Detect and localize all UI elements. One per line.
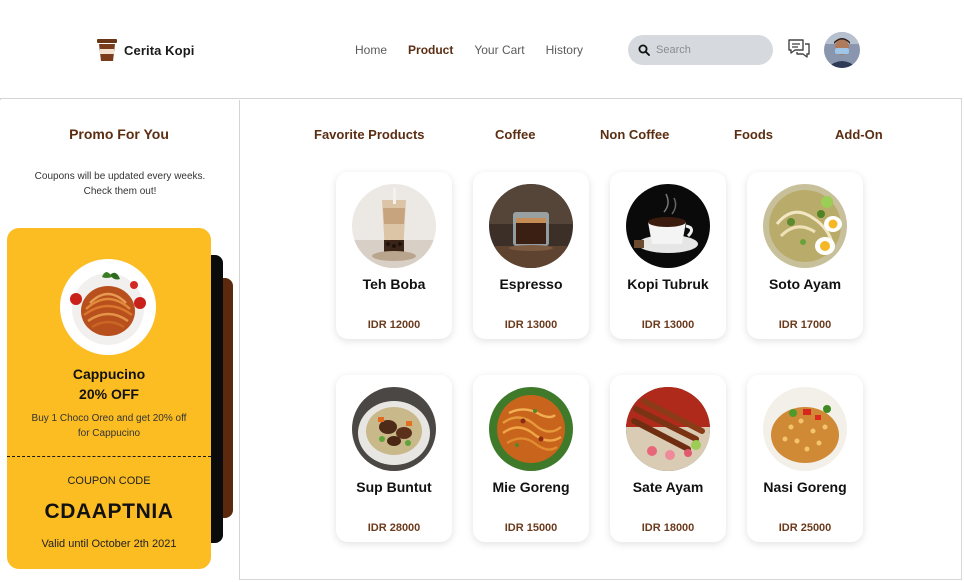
promo-subtitle: Coupons will be updated every weeks. Che… — [34, 171, 206, 197]
nav-history[interactable]: History — [546, 43, 583, 57]
search-icon — [638, 44, 650, 56]
nav-product[interactable]: Product — [408, 43, 453, 57]
nav-home[interactable]: Home — [355, 43, 387, 57]
brand-logo[interactable]: Cerita Kopi — [96, 38, 194, 62]
product-name: Nasi Goreng — [763, 479, 847, 495]
search-bar[interactable] — [628, 35, 773, 65]
product-card[interactable]: Mie Goreng IDR 15000 — [473, 375, 589, 542]
product-name: Soto Ayam — [768, 276, 842, 292]
product-price: IDR 18000 — [641, 522, 695, 534]
product-name: Sup Buntut — [356, 479, 432, 495]
product-image — [489, 184, 573, 268]
avatar-photo — [824, 32, 860, 68]
main-nav: Home Product Your Cart History — [355, 43, 604, 57]
user-avatar[interactable] — [824, 32, 860, 68]
product-name: Teh Boba — [362, 276, 426, 292]
product-card[interactable]: Soto Ayam IDR 17000 — [747, 172, 863, 339]
tab-favorite-products[interactable]: Favorite Products — [314, 127, 425, 142]
product-image — [352, 387, 436, 471]
product-price: IDR 25000 — [778, 522, 832, 534]
product-image — [489, 387, 573, 471]
product-image — [763, 387, 847, 471]
product-card[interactable]: Espresso IDR 13000 — [473, 172, 589, 339]
coupon-description: Buy 1 Choco Oreo and get 20% off for Cap… — [31, 413, 187, 439]
product-card[interactable]: Sate Ayam IDR 18000 — [610, 375, 726, 542]
product-image — [626, 184, 710, 268]
coupon-divider — [7, 456, 211, 457]
product-price: IDR 13000 — [641, 319, 695, 331]
coupon-code[interactable]: CDAAPTNIA — [7, 500, 211, 524]
coupon-image — [60, 259, 156, 355]
coffee-cup-icon — [97, 39, 117, 61]
product-name: Espresso — [499, 276, 563, 292]
coupon-validity: Valid until October 2th 2021 — [41, 538, 177, 550]
product-name: Mie Goreng — [492, 479, 570, 495]
product-card[interactable]: Sup Buntut IDR 28000 — [336, 375, 452, 542]
product-price: IDR 12000 — [367, 319, 421, 331]
coupon-discount: 20% OFF — [79, 386, 139, 402]
tab-non-coffee[interactable]: Non Coffee — [600, 127, 669, 142]
product-price: IDR 13000 — [504, 319, 558, 331]
promo-sidebar: Promo For You Coupons will be updated ev… — [0, 100, 240, 580]
product-card[interactable]: Teh Boba IDR 12000 — [336, 172, 452, 339]
product-name: Kopi Tubruk — [627, 276, 709, 292]
tab-foods[interactable]: Foods — [734, 127, 773, 142]
product-image — [763, 184, 847, 268]
product-price: IDR 15000 — [504, 522, 558, 534]
product-image — [626, 387, 710, 471]
product-name: Sate Ayam — [632, 479, 704, 495]
product-card[interactable]: Kopi Tubruk IDR 13000 — [610, 172, 726, 339]
product-card[interactable]: Nasi Goreng IDR 25000 — [747, 375, 863, 542]
coupon-code-label: COUPON CODE — [67, 475, 151, 487]
top-header: Cerita Kopi Home Product Your Cart Histo… — [0, 0, 962, 99]
coupon-product-name: Cappucino — [72, 366, 146, 382]
product-image — [352, 184, 436, 268]
category-tabs: Favorite Products Coffee Non Coffee Food… — [0, 127, 964, 147]
chat-icon[interactable] — [787, 37, 811, 61]
tab-coffee[interactable]: Coffee — [495, 127, 535, 142]
brand-name: Cerita Kopi — [124, 42, 195, 58]
nav-your-cart[interactable]: Your Cart — [474, 43, 524, 57]
product-price: IDR 17000 — [778, 319, 832, 331]
search-input[interactable] — [656, 44, 766, 56]
tab-add-on[interactable]: Add-On — [835, 127, 883, 142]
product-price: IDR 28000 — [367, 522, 421, 534]
coupon-card[interactable]: Cappucino 20% OFF Buy 1 Choco Oreo and g… — [7, 228, 211, 569]
